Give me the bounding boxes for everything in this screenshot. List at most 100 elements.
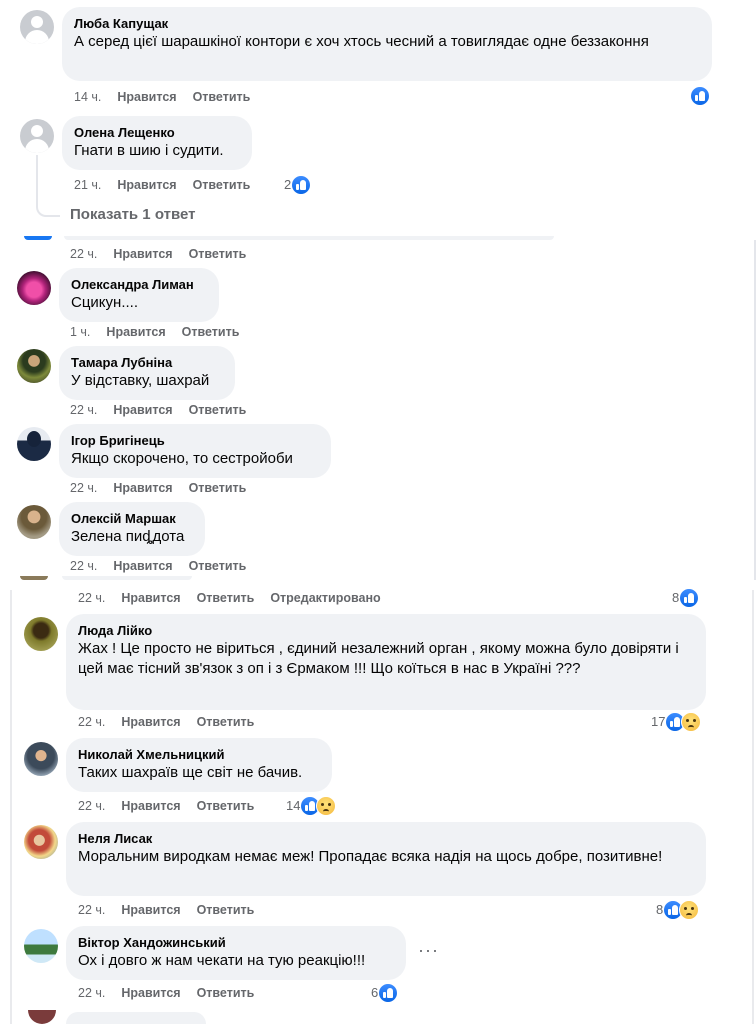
sad-reaction-icon bbox=[681, 712, 702, 732]
frame-border-left bbox=[10, 590, 12, 1024]
comment-author[interactable]: Неля Лисак bbox=[78, 830, 694, 847]
comment-actions: 22 ч. Нравится Ответить bbox=[78, 798, 270, 814]
reply-button[interactable]: Ответить bbox=[189, 559, 247, 573]
like-button[interactable]: Нравится bbox=[113, 247, 172, 261]
reply-button[interactable]: Ответить bbox=[197, 986, 255, 1000]
avatar[interactable] bbox=[17, 427, 51, 461]
edited-label: Отредактировано bbox=[270, 591, 381, 605]
reply-button[interactable]: Ответить bbox=[189, 481, 247, 495]
comment-time[interactable]: 22 ч. bbox=[78, 903, 105, 917]
like-button[interactable]: Нравится bbox=[113, 403, 172, 417]
comment-actions: 22 ч. Нравится Ответить bbox=[70, 558, 262, 574]
like-button[interactable]: Нравится bbox=[121, 799, 180, 813]
comments-panel-top: Люба Капущак А серед цієї шарашкіної кон… bbox=[0, 0, 756, 240]
comment-bubble: Віктор Хандожинський Ох і довго ж нам че… bbox=[66, 926, 406, 980]
comment-bubble: Ігор Бригінець Якщо скорочено, то сестро… bbox=[59, 424, 331, 478]
comment-author[interactable]: Олена Лещенко bbox=[74, 124, 240, 141]
like-button[interactable]: Нравится bbox=[106, 325, 165, 339]
reply-button[interactable]: Ответить bbox=[193, 90, 251, 104]
comment-time[interactable]: 22 ч. bbox=[78, 986, 105, 1000]
reply-button[interactable]: Ответить bbox=[197, 799, 255, 813]
reaction-summary[interactable] bbox=[690, 86, 710, 106]
comment-time[interactable]: 22 ч. bbox=[78, 591, 105, 605]
reaction-count: 8 bbox=[656, 902, 664, 917]
reaction-summary[interactable]: 14 bbox=[286, 796, 337, 816]
comment-text: А серед цієї шарашкіної контори є хоч хт… bbox=[74, 33, 649, 50]
reply-button[interactable]: Ответить bbox=[197, 903, 255, 917]
comment-bubble: Неля Лисак Моральним виродкам немає меж!… bbox=[66, 822, 706, 896]
comments-panel-middle: 22 ч. Нравится Ответить Олександра Лиман С… bbox=[0, 240, 756, 580]
comment-actions: 22 ч. Нравится Ответить bbox=[78, 714, 270, 730]
reply-button[interactable]: Ответить bbox=[189, 403, 247, 417]
comment-time[interactable]: 22 ч. bbox=[70, 247, 97, 261]
avatar[interactable] bbox=[24, 825, 58, 859]
comment-time[interactable]: 22 ч. bbox=[78, 799, 105, 813]
comment-time[interactable]: 1 ч. bbox=[70, 325, 90, 339]
show-replies-link[interactable]: Показать 1 ответ bbox=[70, 206, 195, 223]
avatar[interactable] bbox=[20, 10, 54, 44]
comment-author[interactable]: Олексій Маршак bbox=[71, 510, 193, 527]
comment-time[interactable]: 22 ч. bbox=[70, 481, 97, 495]
reaction-summary[interactable]: 17 bbox=[651, 712, 702, 732]
avatar[interactable] bbox=[24, 617, 58, 651]
comment-actions: 22 ч. Нравится Ответить bbox=[70, 480, 262, 496]
reaction-count: 14 bbox=[286, 798, 301, 813]
reply-button[interactable]: Ответить bbox=[193, 178, 251, 192]
comment-text: Моральним виродкам немає меж! Пропадає в… bbox=[78, 848, 663, 865]
avatar[interactable] bbox=[24, 929, 58, 963]
comment-author[interactable]: Николай Хмельницкий bbox=[78, 746, 320, 763]
reaction-summary[interactable]: 2 bbox=[284, 175, 312, 195]
avatar[interactable] bbox=[20, 119, 54, 153]
comment-actions: 22 ч. Нравится Ответить bbox=[70, 246, 262, 262]
like-button[interactable]: Нравится bbox=[121, 715, 180, 729]
avatar[interactable] bbox=[17, 349, 51, 383]
reaction-count: 6 bbox=[371, 985, 379, 1000]
comment-actions: 22 ч. Нравится Ответить bbox=[70, 402, 262, 418]
thread-connector bbox=[36, 155, 60, 217]
sad-reaction-icon bbox=[316, 796, 337, 816]
comment-actions: 22 ч. Нравится Ответить bbox=[78, 985, 270, 1001]
comment-bubble: Николай Хмельницкий Таких шахраїв ще сві… bbox=[66, 738, 332, 792]
reaction-summary[interactable]: 8 bbox=[672, 588, 700, 608]
more-options-icon[interactable]: ··· bbox=[418, 940, 439, 961]
comment-author[interactable]: Люда Лійко bbox=[78, 622, 694, 639]
comment-author[interactable]: Ігор Бригінець bbox=[71, 432, 319, 449]
comment-author[interactable]: Олександра Лиман bbox=[71, 276, 207, 293]
reply-button[interactable]: Ответить bbox=[189, 247, 247, 261]
sad-reaction-icon bbox=[679, 900, 700, 920]
like-reaction-icon bbox=[679, 588, 700, 608]
comment-time[interactable]: 21 ч. bbox=[74, 178, 101, 192]
avatar[interactable] bbox=[28, 1010, 56, 1024]
comment-author[interactable]: Тамара Лубніна bbox=[71, 354, 223, 371]
comment-bubble: Тамара Лубніна У відставку, шахрай bbox=[59, 346, 235, 400]
comment-bubble: Олександра Лиман Сцикун.... bbox=[59, 268, 219, 322]
avatar[interactable] bbox=[24, 742, 58, 776]
like-button[interactable]: Нравится bbox=[113, 481, 172, 495]
comment-time[interactable]: 22 ч. bbox=[70, 403, 97, 417]
comment-time[interactable]: 14 ч. bbox=[74, 90, 101, 104]
reaction-summary[interactable]: 6 bbox=[371, 983, 399, 1003]
comments-panel-bottom: 22 ч. Нравится Ответить Отредактировано 8 Л… bbox=[0, 580, 756, 1024]
avatar[interactable] bbox=[17, 271, 51, 305]
comment-text: Ох і довго ж нам чекати на тую реакцію!!… bbox=[78, 952, 366, 969]
reply-button[interactable]: Ответить bbox=[197, 715, 255, 729]
comment-author[interactable]: Люба Капущак bbox=[74, 15, 700, 32]
like-button[interactable]: Нравится bbox=[117, 90, 176, 104]
reaction-summary[interactable]: 8 bbox=[656, 900, 700, 920]
comment-author[interactable]: Віктор Хандожинський bbox=[78, 934, 394, 951]
comment-bubble bbox=[66, 1012, 206, 1024]
reaction-count: 8 bbox=[672, 590, 680, 605]
comment-time[interactable]: 22 ч. bbox=[70, 559, 97, 573]
avatar[interactable] bbox=[17, 505, 51, 539]
like-button[interactable]: Нравится bbox=[113, 559, 172, 573]
comment-time[interactable]: 22 ч. bbox=[78, 715, 105, 729]
comment-text: У відставку, шахрай bbox=[71, 372, 210, 389]
like-button[interactable]: Нравится bbox=[117, 178, 176, 192]
like-button[interactable]: Нравится bbox=[121, 903, 180, 917]
comment-text: Гнати в шию і судити. bbox=[74, 142, 224, 159]
like-button[interactable]: Нравится bbox=[121, 986, 180, 1000]
reply-button[interactable]: Ответить bbox=[197, 591, 255, 605]
comment-text: Сцикун.... bbox=[71, 294, 138, 311]
like-button[interactable]: Нравится bbox=[121, 591, 180, 605]
reply-button[interactable]: Ответить bbox=[182, 325, 240, 339]
